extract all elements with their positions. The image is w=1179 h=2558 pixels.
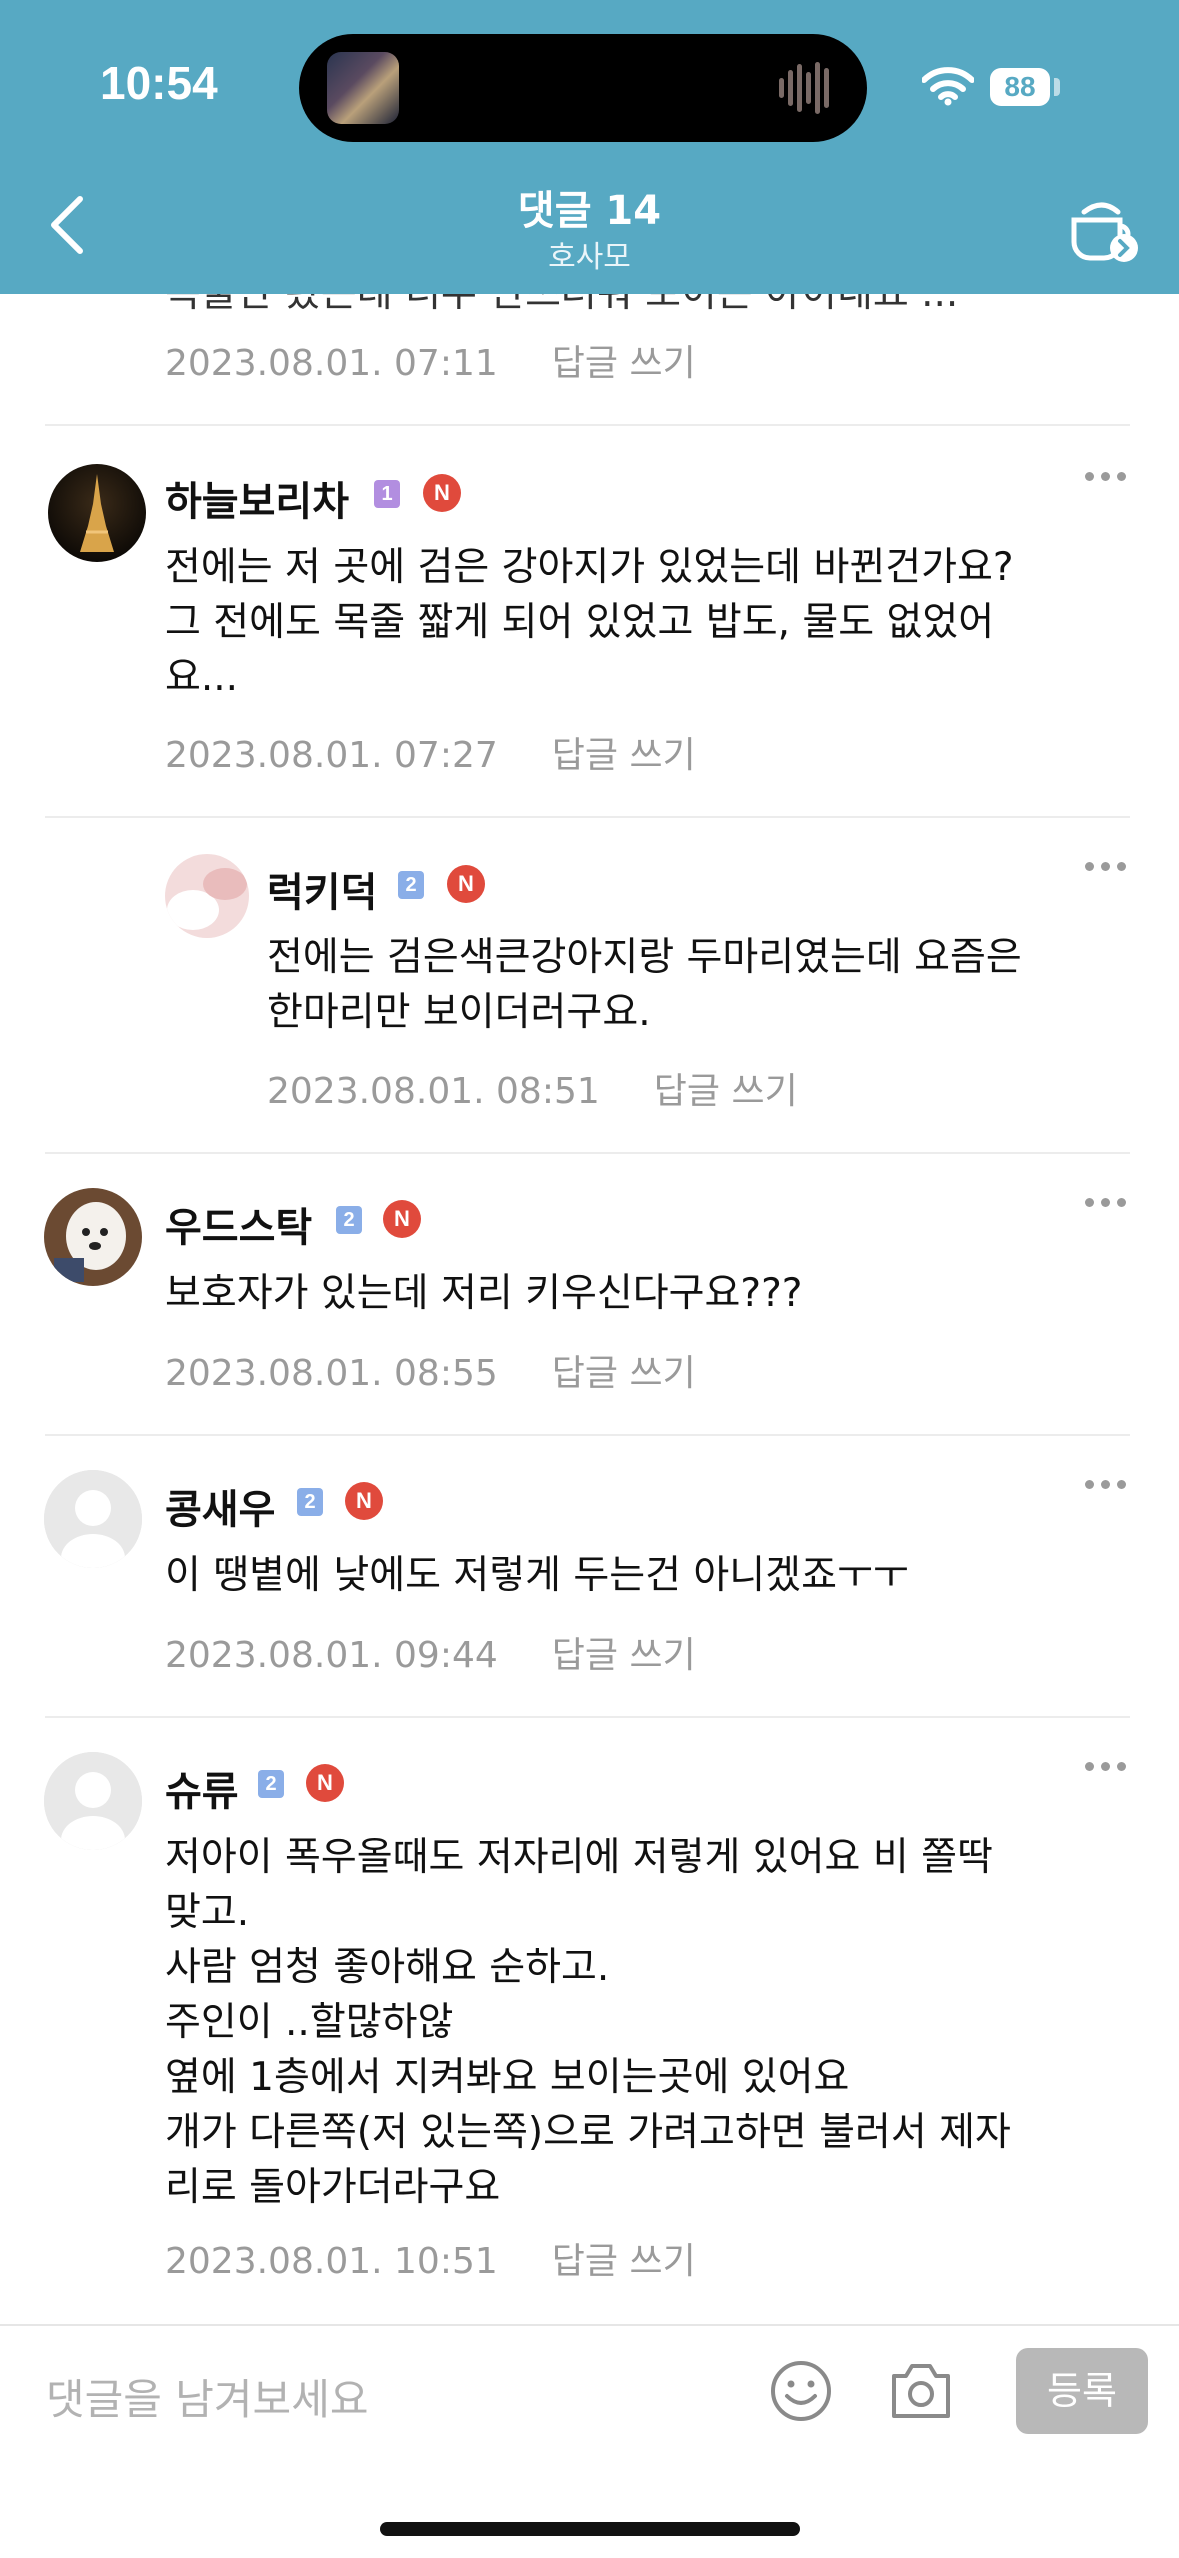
battery-tip <box>1054 78 1060 96</box>
comment-date: 2023.08.01. 09:44 <box>165 1635 498 1676</box>
reply-button[interactable]: 답글 쓰기 <box>552 1353 696 1394</box>
reply-button[interactable]: 답글 쓰기 <box>654 1071 798 1112</box>
more-options-icon[interactable] <box>1085 1192 1145 1212</box>
battery-level: 88 <box>990 68 1050 106</box>
reply-button[interactable]: 답글 쓰기 <box>552 343 696 384</box>
comment-meta: 2023.08.01. 07:27 답글 쓰기 <box>165 726 696 778</box>
comment-text: 이 땡볕에 낮에도 저렇게 두는건 아니겠죠ㅜㅜ <box>165 1553 909 1598</box>
author-name[interactable]: 럭키덕 <box>267 860 377 918</box>
audio-wave-icon <box>779 62 829 114</box>
comment-meta: 2023.08.01. 08:55 답글 쓰기 <box>165 1344 696 1396</box>
comment-text: 전에는 저 곳에 검은 강아지가 있었는데 바뀐건가요? 그 전에도 목줄 짧게… <box>165 545 1014 700</box>
comment-date: 2023.08.01. 10:51 <box>165 2241 498 2282</box>
divider <box>45 1716 1130 1718</box>
more-options-icon[interactable] <box>1085 1756 1145 1776</box>
level-badge: 1 <box>374 480 400 508</box>
reply-button[interactable]: 답글 쓰기 <box>552 735 696 776</box>
header: 10:54 88 댓글 14 호사모 <box>0 0 1179 294</box>
comment-date: 2023.08.01. 07:27 <box>165 735 498 776</box>
submit-button[interactable]: 등록 <box>1016 2348 1148 2434</box>
divider <box>45 1434 1130 1436</box>
comment-input[interactable]: 댓글을 남겨보세요 <box>46 2366 368 2427</box>
comment-text: 전에는 검은색큰강아지랑 두마리였는데 요즘은 한마리만 보이더러구요. <box>267 935 1022 1035</box>
new-badge: N <box>306 1764 344 1802</box>
new-badge: N <box>423 474 461 512</box>
status-time: 10:54 <box>100 57 218 109</box>
wifi-icon <box>922 67 974 106</box>
avatar[interactable] <box>165 854 249 938</box>
more-options-icon[interactable] <box>1085 466 1145 486</box>
camera-icon[interactable] <box>888 2360 954 2422</box>
divider <box>45 424 1130 426</box>
level-badge: 2 <box>297 1488 323 1516</box>
author-name[interactable]: 하늘보리차 <box>165 469 349 527</box>
comment-list[interactable]: 목줄만 봤는데 너무 안쓰러워 보이는 아이네요 ... 2023.08.01.… <box>0 294 1179 2324</box>
author-name[interactable]: 우드스탁 <box>165 1195 312 1253</box>
new-badge: N <box>345 1482 383 1520</box>
cafe-name: 호사모 <box>548 240 631 275</box>
comment-date: 2023.08.01. 08:51 <box>267 1071 600 1112</box>
comment-meta: 2023.08.01. 08:51 답글 쓰기 <box>267 1062 798 1114</box>
divider <box>45 1152 1130 1154</box>
reply-button[interactable]: 답글 쓰기 <box>552 1635 696 1676</box>
page-title: 댓글 14 <box>517 188 662 234</box>
divider <box>45 816 1130 818</box>
author-name[interactable]: 슈류 <box>165 1759 239 1817</box>
comment-meta: 2023.08.01. 09:44 답글 쓰기 <box>165 1626 696 1678</box>
more-options-icon[interactable] <box>1085 1474 1145 1494</box>
avatar[interactable] <box>48 464 146 562</box>
avatar[interactable] <box>44 1752 142 1850</box>
cafe-home-icon[interactable] <box>1062 190 1142 270</box>
comment-composer: 댓글을 남겨보세요 등록 <box>0 2324 1179 2558</box>
level-badge: 2 <box>398 871 424 899</box>
more-options-icon[interactable] <box>1085 856 1145 876</box>
comment-text: 목줄만 봤는데 너무 안쓰러워 보이는 아이네요 ... <box>165 294 1145 321</box>
comment-text: 보호자가 있는데 저리 키우신다구요??? <box>165 1271 803 1316</box>
comment-text: 저아이 폭우올때도 저자리에 저렇게 있어요 비 쫄딱 맞고. 사람 엄청 좋아… <box>165 1835 1011 2210</box>
level-badge: 2 <box>336 1206 362 1234</box>
level-badge: 2 <box>258 1770 284 1798</box>
author-name[interactable]: 콩새우 <box>165 1477 275 1535</box>
comment-meta: 2023.08.01. 10:51 답글 쓰기 <box>165 2232 696 2284</box>
dynamic-island[interactable] <box>299 34 867 142</box>
new-badge: N <box>383 1200 421 1238</box>
comment-meta: 2023.08.01. 07:11 답글 쓰기 <box>165 334 696 386</box>
comment-date: 2023.08.01. 08:55 <box>165 1353 498 1394</box>
home-indicator[interactable] <box>380 2522 800 2536</box>
reply-button[interactable]: 답글 쓰기 <box>552 2241 696 2282</box>
avatar[interactable] <box>44 1188 142 1286</box>
now-playing-thumbnail <box>327 52 399 124</box>
comment-date: 2023.08.01. 07:11 <box>165 343 498 384</box>
avatar[interactable] <box>44 1470 142 1568</box>
new-badge: N <box>447 865 485 903</box>
emoji-icon[interactable] <box>768 2358 834 2424</box>
